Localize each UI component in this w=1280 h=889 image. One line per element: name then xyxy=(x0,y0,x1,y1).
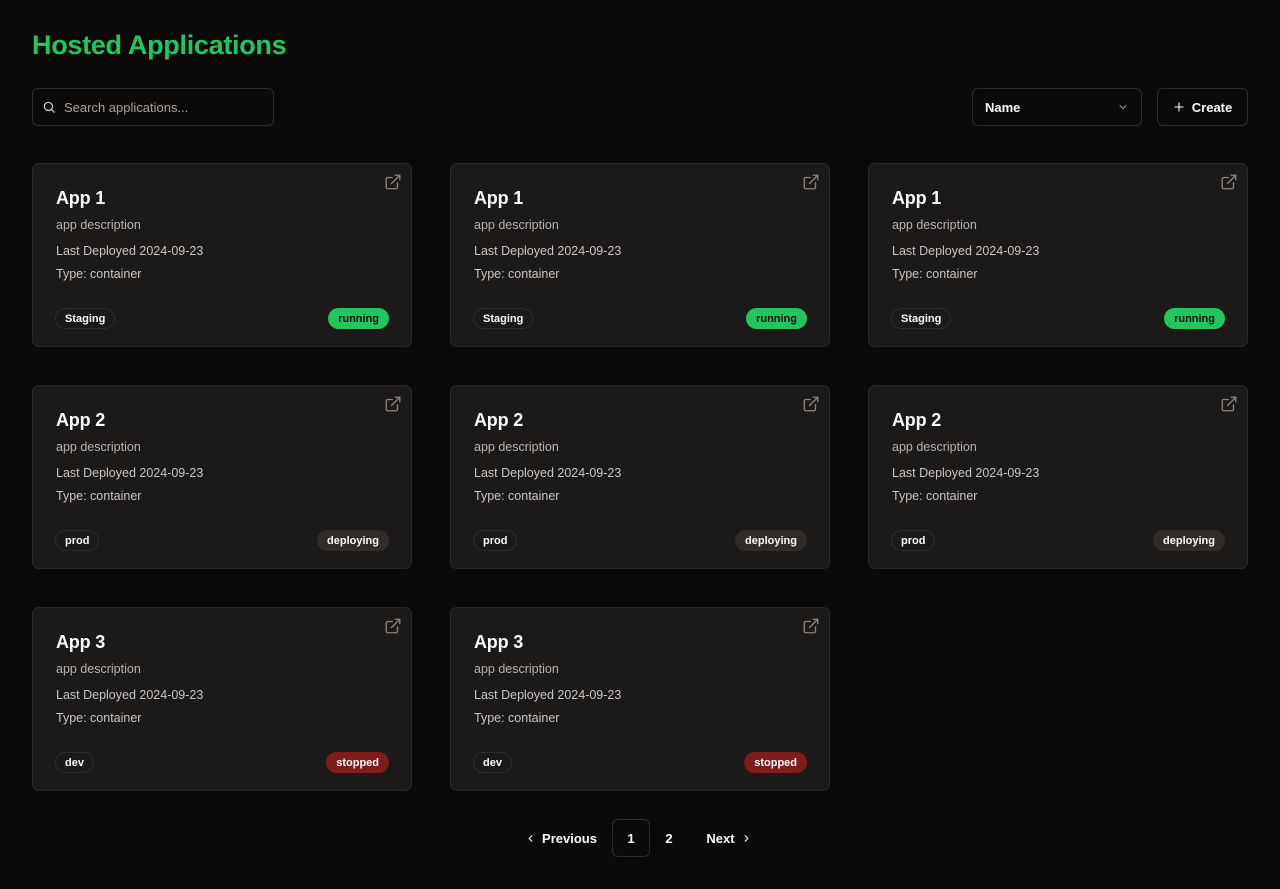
chevron-left-icon xyxy=(528,834,533,842)
card-footer: Staging running xyxy=(473,308,807,329)
app-type: Type: container xyxy=(56,267,142,281)
status-badge: running xyxy=(746,308,807,329)
page-button-1[interactable]: 1 xyxy=(612,819,650,857)
app-grid: App 1 app description Last Deployed 2024… xyxy=(32,163,1248,791)
app-card: App 3 app description Last Deployed 2024… xyxy=(450,607,830,791)
status-badge: deploying xyxy=(317,530,389,551)
app-description: app description xyxy=(474,440,559,454)
toolbar: Name Create xyxy=(32,88,1248,126)
app-last-deployed: Last Deployed 2024-09-23 xyxy=(892,244,1040,258)
env-badge: dev xyxy=(55,752,94,773)
previous-page-label: Previous xyxy=(542,830,597,846)
status-badge: stopped xyxy=(326,752,389,773)
status-badge: running xyxy=(1164,308,1225,329)
app-type: Type: container xyxy=(56,711,142,725)
external-link-icon[interactable] xyxy=(802,395,820,413)
card-footer: dev stopped xyxy=(473,752,807,773)
app-description: app description xyxy=(474,662,559,676)
app-last-deployed: Last Deployed 2024-09-23 xyxy=(56,466,204,480)
app-description: app description xyxy=(474,218,559,232)
external-link-icon[interactable] xyxy=(1220,173,1238,191)
page-title: Hosted Applications xyxy=(32,30,287,60)
env-badge: Staging xyxy=(891,308,952,329)
app-type: Type: container xyxy=(474,489,560,503)
next-page-label: Next xyxy=(706,830,735,846)
card-footer: prod deploying xyxy=(473,530,807,551)
search-icon xyxy=(43,101,55,113)
search-box[interactable] xyxy=(32,88,274,126)
app-card: App 2 app description Last Deployed 2024… xyxy=(32,385,412,569)
app-description: app description xyxy=(892,218,977,232)
env-badge: prod xyxy=(55,530,100,551)
app-last-deployed: Last Deployed 2024-09-23 xyxy=(474,688,622,702)
app-type: Type: container xyxy=(892,489,978,503)
env-badge: Staging xyxy=(473,308,534,329)
card-footer: prod deploying xyxy=(891,530,1225,551)
app-card: App 3 app description Last Deployed 2024… xyxy=(32,607,412,791)
card-footer: prod deploying xyxy=(55,530,389,551)
pagination: Previous 1 2 Next xyxy=(0,819,1280,857)
app-card: App 1 app description Last Deployed 2024… xyxy=(450,163,830,347)
env-badge: prod xyxy=(473,530,518,551)
app-description: app description xyxy=(56,662,141,676)
previous-page-button[interactable]: Previous xyxy=(516,819,606,857)
env-badge: dev xyxy=(473,752,512,773)
chevron-down-icon xyxy=(1119,105,1127,109)
app-last-deployed: Last Deployed 2024-09-23 xyxy=(892,466,1040,480)
app-name: App 1 xyxy=(474,188,524,208)
app-type: Type: container xyxy=(474,711,560,725)
app-card: App 2 app description Last Deployed 2024… xyxy=(450,385,830,569)
status-badge: stopped xyxy=(744,752,807,773)
page: Hosted Applications Name Create App 1 ap… xyxy=(0,0,1280,889)
chevron-right-icon xyxy=(744,834,749,842)
app-name: App 1 xyxy=(892,188,942,208)
external-link-icon[interactable] xyxy=(384,617,402,635)
app-description: app description xyxy=(56,440,141,454)
app-last-deployed: Last Deployed 2024-09-23 xyxy=(474,466,622,480)
app-description: app description xyxy=(56,218,141,232)
env-badge: prod xyxy=(891,530,936,551)
external-link-icon[interactable] xyxy=(802,173,820,191)
status-badge: deploying xyxy=(735,530,807,551)
sort-select-value: Name xyxy=(985,99,1021,115)
app-name: App 3 xyxy=(474,632,524,652)
app-name: App 3 xyxy=(56,632,106,652)
card-footer: Staging running xyxy=(891,308,1225,329)
status-badge: deploying xyxy=(1153,530,1225,551)
app-type: Type: container xyxy=(892,267,978,281)
app-type: Type: container xyxy=(56,489,142,503)
search-input[interactable] xyxy=(64,99,264,115)
card-footer: dev stopped xyxy=(55,752,389,773)
plus-icon xyxy=(1174,102,1184,112)
app-name: App 2 xyxy=(56,410,106,430)
external-link-icon[interactable] xyxy=(384,173,402,191)
app-card: App 2 app description Last Deployed 2024… xyxy=(868,385,1248,569)
env-badge: Staging xyxy=(55,308,116,329)
external-link-icon[interactable] xyxy=(1220,395,1238,413)
app-last-deployed: Last Deployed 2024-09-23 xyxy=(56,688,204,702)
external-link-icon[interactable] xyxy=(384,395,402,413)
app-last-deployed: Last Deployed 2024-09-23 xyxy=(56,244,204,258)
external-link-icon[interactable] xyxy=(802,617,820,635)
card-footer: Staging running xyxy=(55,308,389,329)
app-name: App 1 xyxy=(56,188,106,208)
app-name: App 2 xyxy=(892,410,942,430)
status-badge: running xyxy=(328,308,389,329)
page-button-2[interactable]: 2 xyxy=(650,819,688,857)
app-last-deployed: Last Deployed 2024-09-23 xyxy=(474,244,622,258)
app-name: App 2 xyxy=(474,410,524,430)
app-card: App 1 app description Last Deployed 2024… xyxy=(32,163,412,347)
sort-select[interactable]: Name xyxy=(972,88,1142,126)
app-card: App 1 app description Last Deployed 2024… xyxy=(868,163,1248,347)
app-description: app description xyxy=(892,440,977,454)
app-type: Type: container xyxy=(474,267,560,281)
next-page-button[interactable]: Next xyxy=(694,819,764,857)
create-button[interactable]: Create xyxy=(1157,88,1248,126)
create-button-label: Create xyxy=(1191,99,1233,115)
